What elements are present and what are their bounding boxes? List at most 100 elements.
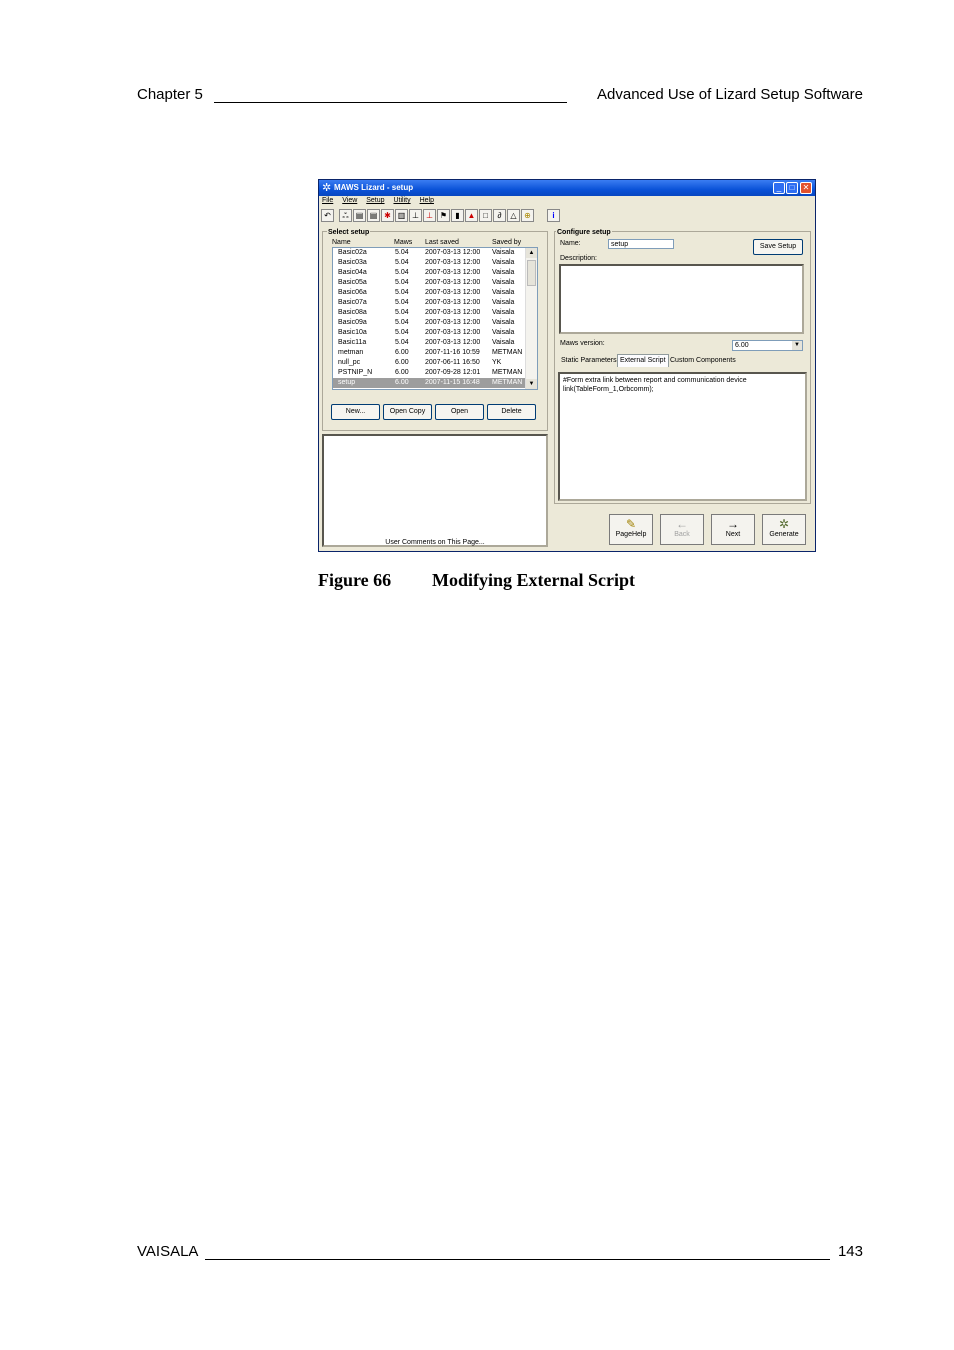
table-row[interactable]: PSTNIP_N 6.00 2007-09-28 12:01 METMAN [333,368,525,378]
table-cell: Vaisala [492,319,515,326]
close-button[interactable]: ✕ [800,182,812,194]
pagehelp-button[interactable]: ✎ PageHelp [609,514,653,545]
user-comments-label: User Comments on This Page... [385,539,485,546]
script-line: #Form extra link between report and comm… [563,377,747,384]
scroll-down-icon[interactable]: ▼ [526,379,537,389]
table-cell: Basic02a [338,249,367,256]
col-header-maws[interactable]: Maws [394,239,412,246]
table-cell: 2007-03-13 12:00 [425,339,481,346]
header-rule [214,102,567,103]
generate-label: Generate [769,531,799,538]
table-cell: 6.00 [395,369,409,376]
table-row[interactable]: Basic10a 5.04 2007-03-13 12:00 Vaisala [333,328,525,338]
scroll-thumb[interactable] [527,260,536,286]
table-cell: METMAN [492,369,523,376]
table-row[interactable]: Basic05a 5.04 2007-03-13 12:00 Vaisala [333,278,525,288]
table-cell: Basic05a [338,279,367,286]
table-row[interactable]: null_pc 6.00 2007-06-11 16:50 YK [333,358,525,368]
maws-version-label: Maws version: [560,340,605,347]
table-cell: 5.04 [395,309,409,316]
gauge-icon[interactable]: ▮ [451,209,464,222]
next-button[interactable]: → Next [711,514,755,545]
back-icon[interactable]: ↶ [321,209,334,222]
table-cell: 2007-03-13 12:00 [425,319,481,326]
maws-lizard-window: ✲ MAWS Lizard - setup _ □ ✕ File View Se… [318,179,816,552]
table-row[interactable]: Basic04a 5.04 2007-03-13 12:00 Vaisala [333,268,525,278]
sensor-icon[interactable]: ✱ [381,209,394,222]
table-row[interactable]: setup 6.00 2007-11-15 16:48 METMAN [333,378,525,388]
open-copy-button[interactable]: Open Copy [383,404,432,420]
toolbar: ↶ ஃ ▤ ▤ ✱ ▥ ⊥ ⊥ ⚑ ▮ ▲ □ ∂ △ ⊕ i [321,209,813,224]
tower2-icon[interactable]: ⊥ [423,209,436,222]
table-cell: 2007-09-28 12:01 [425,369,481,376]
table-cell: 2007-03-13 12:00 [425,259,481,266]
menu-view[interactable]: View [342,197,357,204]
flag-icon[interactable]: ⚑ [437,209,450,222]
table-cell: 5.04 [395,299,409,306]
link-icon[interactable]: ∂ [493,209,506,222]
arrow-left-icon: ← [676,517,688,531]
globe-icon[interactable]: ⊕ [521,209,534,222]
table-cell: 2007-06-11 16:50 [425,359,480,366]
table-cell: Basic03a [338,259,367,266]
table-row[interactable]: Basic02a 5.04 2007-03-13 12:00 Vaisala [333,248,525,258]
scroll-up-icon[interactable]: ▲ [526,248,537,258]
dev-icon[interactable]: ▤ [353,209,366,222]
menu-utility[interactable]: Utility [393,197,410,204]
table-row[interactable]: Basic06a 5.04 2007-03-13 12:00 Vaisala [333,288,525,298]
dev2-icon[interactable]: ▤ [367,209,380,222]
table-cell: Vaisala [492,309,515,316]
pagehelp-label: PageHelp [615,531,647,538]
col-header-last-saved[interactable]: Last saved [425,239,459,246]
table-row[interactable]: metman 6.00 2007-11-16 10:59 METMAN [333,348,525,358]
chapter-label: Chapter 5 [137,86,203,103]
back-button[interactable]: ← Back [660,514,704,545]
table-row[interactable]: Basic07a 5.04 2007-03-13 12:00 Vaisala [333,298,525,308]
table-row[interactable]: Basic08a 5.04 2007-03-13 12:00 Vaisala [333,308,525,318]
chevron-down-icon[interactable]: ▼ [792,341,802,350]
menu-help[interactable]: Help [420,197,434,204]
table-cell: 2007-03-13 12:00 [425,309,481,316]
menu-file[interactable]: File [322,197,333,204]
table-cell: 5.04 [395,329,409,336]
setup-list[interactable]: Basic02a 5.04 2007-03-13 12:00 Vaisala Basic… [332,247,538,390]
delete-button[interactable]: Delete [487,404,536,420]
col-header-name[interactable]: Name [332,239,351,246]
chart-icon[interactable]: ▲ [465,209,478,222]
table-cell: 2007-03-13 12:00 [425,299,481,306]
figure-caption: Figure 66 Modifying External Script [318,570,635,591]
logger-icon[interactable]: ▥ [395,209,408,222]
table-row[interactable]: Basic11a 5.04 2007-03-13 12:00 Vaisala [333,338,525,348]
list-scrollbar[interactable]: ▲ ▼ [525,248,537,389]
user-comments-box[interactable] [322,434,548,547]
table-cell: Basic08a [338,309,367,316]
table-cell: 5.04 [395,249,409,256]
page-icon[interactable]: □ [479,209,492,222]
table-cell: Basic11a [338,339,367,346]
minimize-button[interactable]: _ [773,182,785,194]
menu-setup[interactable]: Setup [366,197,384,204]
new-button[interactable]: New... [331,404,380,420]
name-field[interactable]: setup [608,239,674,249]
table-cell: METMAN [492,349,523,356]
bell-icon[interactable]: △ [507,209,520,222]
tab-static-parameters[interactable]: Static Parameters [561,355,617,367]
open-button[interactable]: Open [435,404,484,420]
save-setup-button[interactable]: Save Setup [753,239,803,255]
external-script-editor[interactable]: #Form extra link between report and comm… [558,372,807,501]
arrow-right-icon: → [727,517,739,531]
table-cell: 2007-11-15 16:48 [425,379,480,386]
tower-icon[interactable]: ⊥ [409,209,422,222]
table-row[interactable]: Basic03a 5.04 2007-03-13 12:00 Vaisala [333,258,525,268]
generate-icon: ✲ [778,517,790,531]
info-icon[interactable]: i [547,209,560,222]
col-header-saved-by[interactable]: Saved by [492,239,521,246]
network-icon[interactable]: ஃ [339,209,352,222]
tab-external-script[interactable]: External Script [617,354,669,367]
maws-version-select[interactable]: 6.00 ▼ [732,340,803,351]
maximize-button[interactable]: □ [786,182,798,194]
generate-button[interactable]: ✲ Generate [762,514,806,545]
table-row[interactable]: Basic09a 5.04 2007-03-13 12:00 Vaisala [333,318,525,328]
tab-custom-components[interactable]: Custom Components [670,355,736,367]
description-field[interactable] [559,264,804,334]
